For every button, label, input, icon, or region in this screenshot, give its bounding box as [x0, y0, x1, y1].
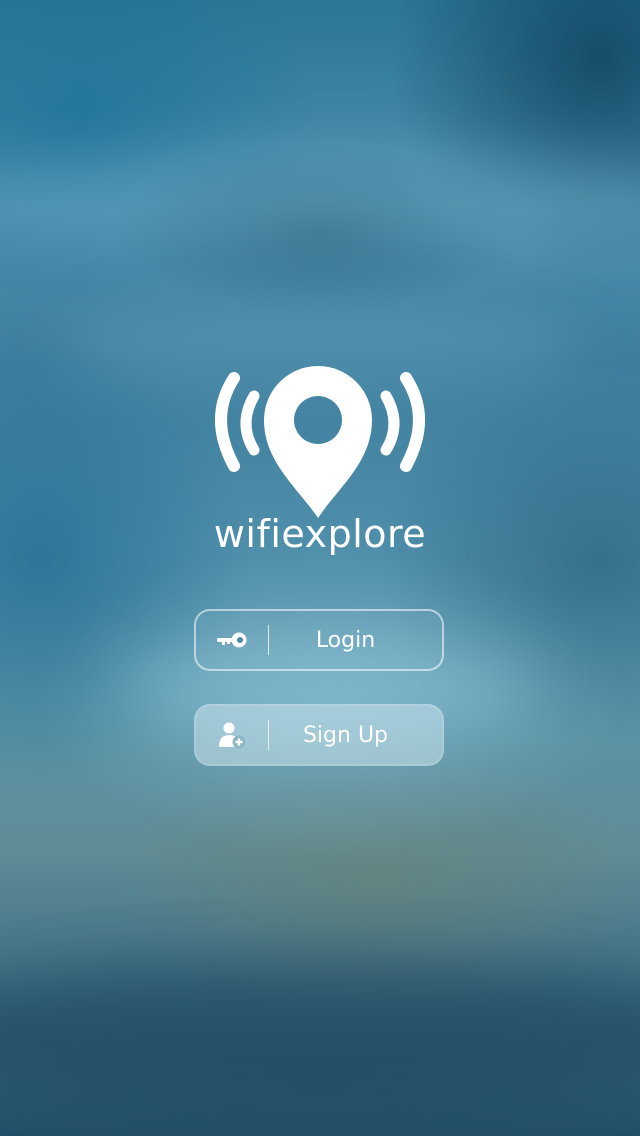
background-blur-band: [0, 150, 640, 260]
add-user-icon: [196, 706, 268, 764]
signup-label: Sign Up: [302, 722, 389, 748]
key-icon: [196, 611, 268, 669]
signup-button[interactable]: Sign Up: [194, 704, 444, 766]
background-blur-band: [0, 960, 640, 1100]
wifi-location-pin-icon: [215, 366, 425, 518]
brand-name: wifiexplore: [213, 512, 427, 556]
login-button[interactable]: Login: [194, 609, 444, 671]
blurred-background: [0, 0, 640, 1136]
login-label: Login: [315, 627, 376, 653]
